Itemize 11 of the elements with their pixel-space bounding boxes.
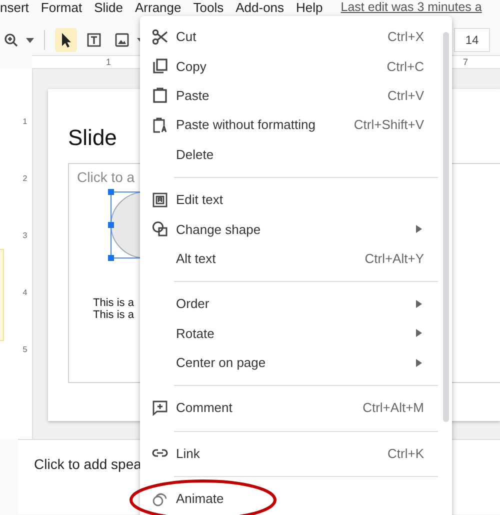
slide-text: This is a [93, 309, 134, 321]
ruler-number: 1 [106, 57, 112, 67]
notes-placeholder: Click to add spea [34, 456, 142, 472]
ruler-number: 1 [22, 117, 28, 127]
ruler-number: 2 [22, 174, 28, 184]
placeholder-text: Click to a [77, 169, 136, 185]
slide-text: This is a [93, 297, 134, 309]
ruler-number: 3 [22, 231, 28, 241]
ruler-number: 4 [22, 288, 28, 298]
ruler-number: 7 [462, 57, 468, 67]
ruler-number: 5 [22, 345, 28, 355]
